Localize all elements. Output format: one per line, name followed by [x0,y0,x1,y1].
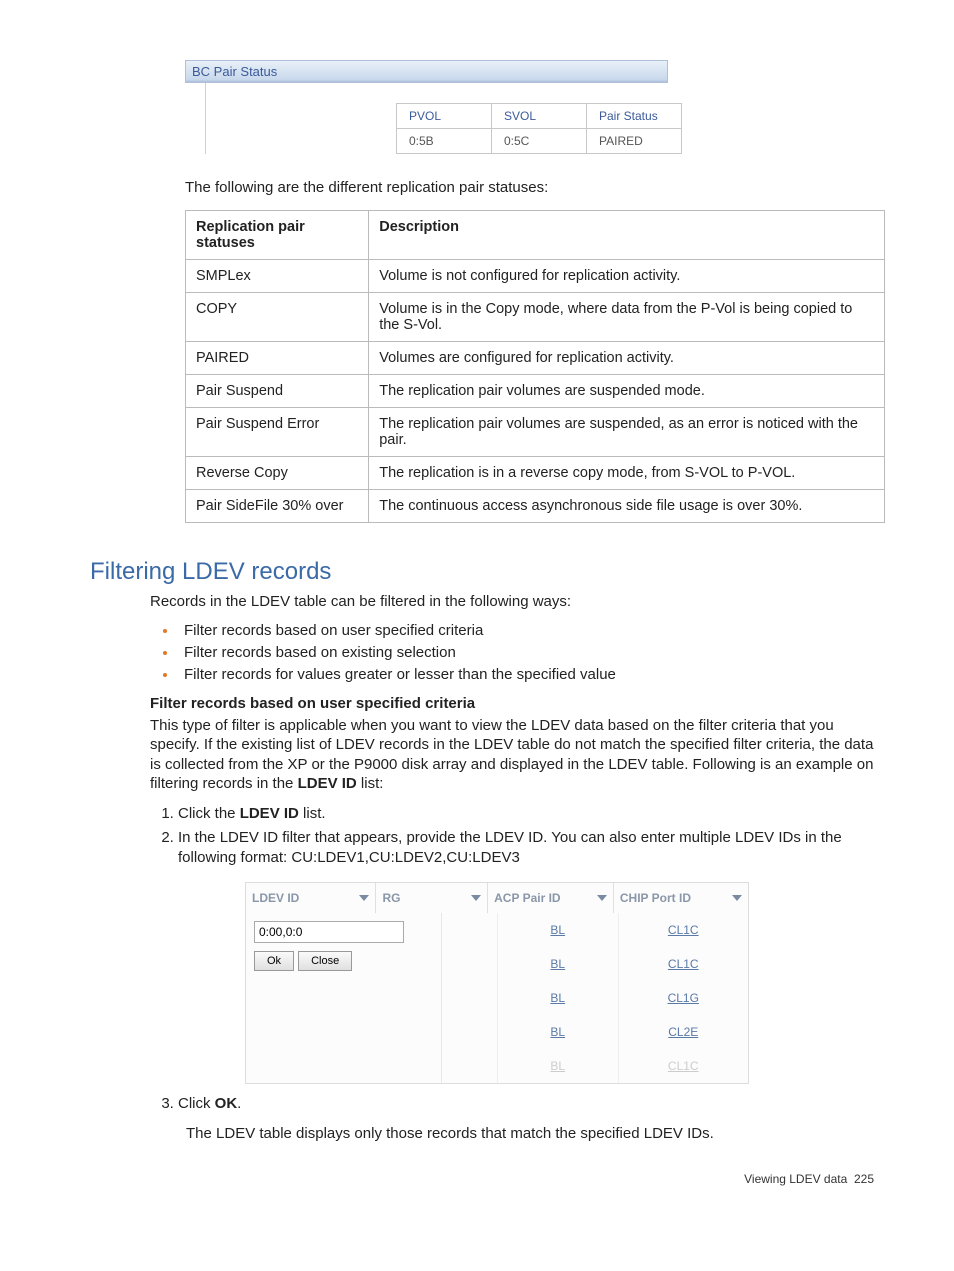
step-1: Click the LDEV ID list. [178,804,874,824]
step-3-result: The LDEV table displays only those recor… [186,1125,874,1142]
acp-link[interactable]: BL [550,1025,565,1039]
filter-subhead: Filter records based on user specified c… [150,695,874,712]
acp-link[interactable]: BL [550,923,565,937]
chip-link[interactable]: CL2E [668,1025,698,1039]
table-row: Pair Suspend ErrorThe replication pair v… [186,408,885,457]
bc-pair-title: BC Pair Status [185,60,668,83]
bc-pair-table: PVOL SVOL Pair Status 0:5B 0:5C PAIRED [396,103,682,154]
list-item: Filter records based on existing selecti… [178,644,874,661]
bc-th-pvol: PVOL [397,104,492,129]
ldev-id-input[interactable] [254,921,404,943]
filter-steps: Click the LDEV ID list. In the LDEV ID f… [150,804,874,869]
list-item: Filter records based on user specified c… [178,622,874,639]
filter-ways-list: Filter records based on user specified c… [150,622,874,683]
bc-td-svol: 0:5C [492,129,587,154]
filter-intro: Records in the LDEV table can be filtere… [150,592,874,612]
bc-td-pvol: 0:5B [397,129,492,154]
chevron-down-icon [732,895,742,901]
section-heading: Filtering LDEV records [90,558,874,586]
table-row: Pair SuspendThe replication pair volumes… [186,375,885,408]
step-2: In the LDEV ID filter that appears, prov… [178,828,874,869]
page-footer: Viewing LDEV data 225 [90,1172,874,1186]
chevron-down-icon [597,895,607,901]
acp-link[interactable]: BL [550,1059,565,1073]
table-row: Pair SideFile 30% overThe continuous acc… [186,490,885,523]
chevron-down-icon [471,895,481,901]
ldev-filter-panel: LDEV ID RG ACP Pair ID CHIP Port ID OkCl… [245,882,749,1084]
table-row: SMPLexVolume is not configured for repli… [186,260,885,293]
bc-td-pairstatus: PAIRED [587,129,682,154]
col-rg[interactable]: RG [376,883,488,913]
bc-pair-status-block: BC Pair Status PVOL SVOL Pair Status 0:5… [185,60,874,154]
filter-steps-cont: Click OK. [150,1094,874,1114]
bc-th-svol: SVOL [492,104,587,129]
status-intro: The following are the different replicat… [185,179,874,196]
table-row: Reverse CopyThe replication is in a reve… [186,457,885,490]
chip-link[interactable]: CL1C [668,1059,699,1073]
acp-link[interactable]: BL [550,957,565,971]
col-ldev-id[interactable]: LDEV ID [246,883,376,913]
table-row: COPYVolume is in the Copy mode, where da… [186,293,885,342]
chip-link[interactable]: CL1G [668,991,699,1005]
close-button[interactable]: Close [298,951,352,971]
ok-button[interactable]: Ok [254,951,294,971]
chip-link[interactable]: CL1C [668,957,699,971]
step-3: Click OK. [178,1094,874,1114]
list-item: Filter records for values greater or les… [178,666,874,683]
status-th-2: Description [369,211,885,260]
table-row: PAIREDVolumes are configured for replica… [186,342,885,375]
replication-status-table: Replication pair statuses Description SM… [185,210,885,523]
col-chip-port-id[interactable]: CHIP Port ID [614,883,748,913]
status-th-1: Replication pair statuses [186,211,369,260]
chevron-down-icon [359,895,369,901]
acp-link[interactable]: BL [550,991,565,1005]
col-acp-pair-id[interactable]: ACP Pair ID [488,883,614,913]
chip-link[interactable]: CL1C [668,923,699,937]
bc-th-pairstatus: Pair Status [587,104,682,129]
filter-paragraph: This type of filter is applicable when y… [150,716,874,794]
